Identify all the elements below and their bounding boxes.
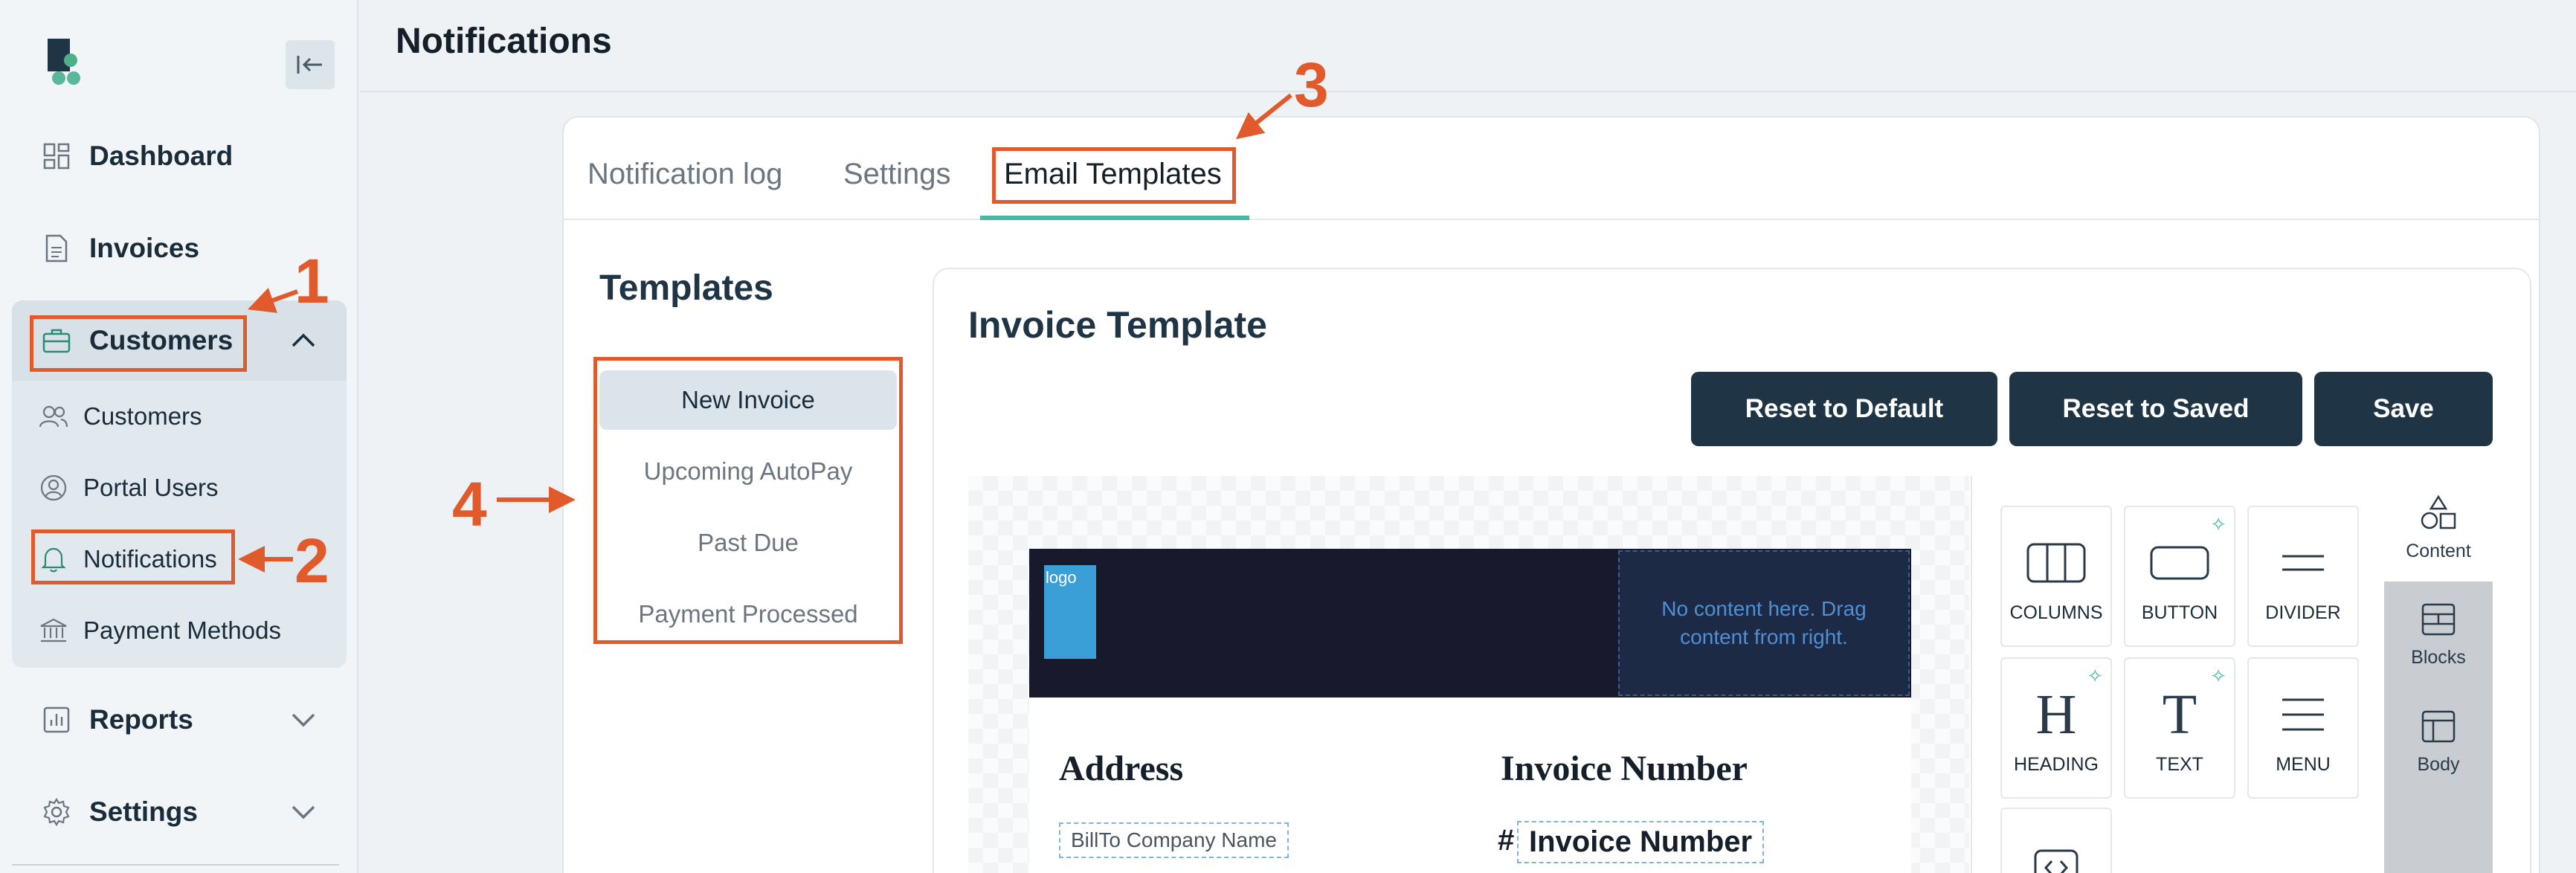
- arrow-to-customers: [248, 287, 299, 313]
- arrow-to-email-templates: [1235, 93, 1292, 140]
- annotation-arrows: [238, 93, 1292, 573]
